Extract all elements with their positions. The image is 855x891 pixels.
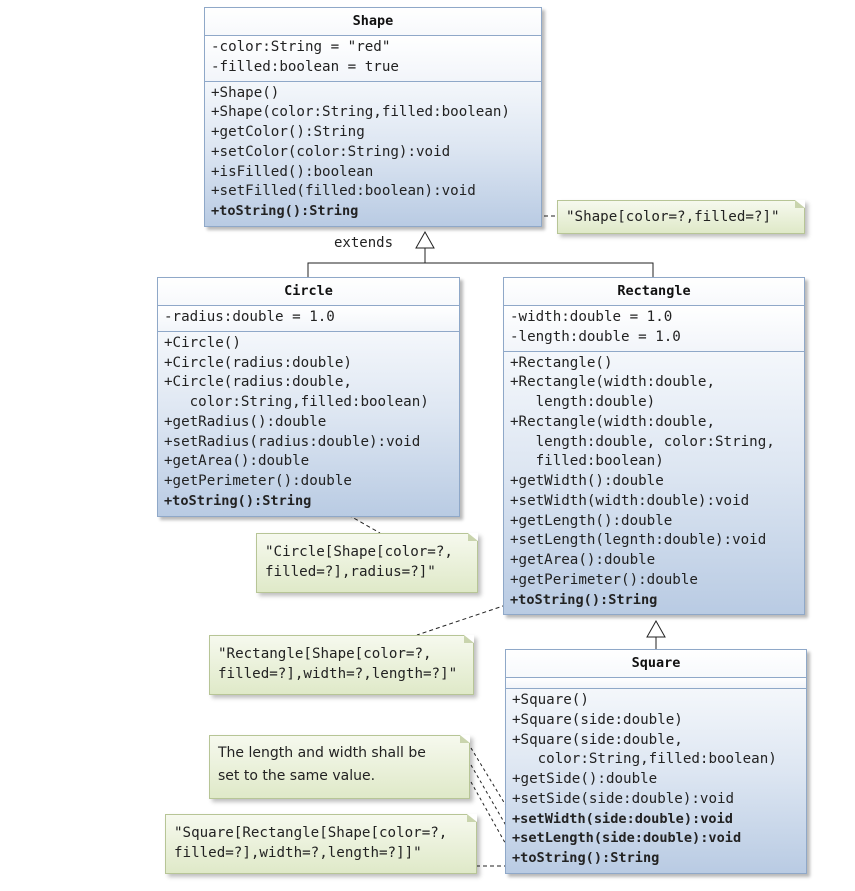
operation-row: +Shape() <box>211 84 280 101</box>
extends-label: extends <box>334 235 394 251</box>
operation-row: +Rectangle() <box>510 354 613 371</box>
class-rectangle[interactable]: Rectangle -width:double = 1.0 -length:dou… <box>503 277 805 616</box>
operation-row: +Rectangle(width:double, <box>510 374 715 391</box>
class-shape[interactable]: Shape -color:String = "red" -filled:boole… <box>204 7 542 227</box>
operation-row: +setColor(color:String):void <box>211 143 451 160</box>
attributes-compartment <box>506 678 806 689</box>
operations-compartment: +Shape() +Shape(color:String,filled:boole… <box>205 81 541 226</box>
class-name: Circle <box>158 278 459 306</box>
attributes-compartment: -radius:double = 1.0 <box>158 306 459 332</box>
attributes-compartment: -width:double = 1.0 -length:double = 1.0 <box>504 306 804 352</box>
operation-row: +getArea():double <box>164 453 310 470</box>
note-square-setters: The length and width shall be set to the… <box>209 735 470 799</box>
attribute-row: -radius:double = 1.0 <box>164 309 335 325</box>
operation-row: +getWidth():double <box>510 473 664 489</box>
operations-compartment: +Square() +Square(side:double) +Square(sid… <box>506 689 806 873</box>
operation-row: color:String,filled:boolean) <box>164 394 429 410</box>
operations-compartment: +Rectangle() +Rectangle(width:double, len… <box>504 351 804 615</box>
operation-row: +setLength(side:double):void <box>512 830 742 847</box>
operation-row: +setRadius(radius:double):void <box>164 433 421 450</box>
operation-row: +getRadius():double <box>164 413 327 430</box>
operations-compartment: +Circle() +Circle(radius:double) +Circle(r… <box>158 331 459 516</box>
generalization-line-circle <box>307 262 425 278</box>
operation-row: +toString():String <box>512 850 660 866</box>
note-link-rectangle <box>416 604 507 636</box>
generalization-arrowhead-rectangle <box>646 619 666 638</box>
operation-row: +Circle() <box>164 334 241 351</box>
operation-row: +setWidth(width:double):void <box>510 492 750 509</box>
operation-row: +getPerimeter():double <box>510 571 698 588</box>
operation-row: length:double) <box>510 394 656 410</box>
operation-row: +getArea():double <box>510 552 656 568</box>
attribute-row: -width:double = 1.0 <box>510 309 673 325</box>
operation-row: length:double, color:String, <box>510 433 775 450</box>
attribute-row: -filled:boolean = true <box>211 58 399 75</box>
attribute-row: -color:String = "red" <box>211 39 391 55</box>
note-rectangle-tostring: "Rectangle[Shape[color=?, filled=?],widt… <box>209 635 474 695</box>
operation-row: +getLength():double <box>510 512 673 529</box>
uml-class-diagram: extends Shape -color:String = "red" -fill… <box>0 0 855 891</box>
operation-row: +Circle(radius:double, <box>164 374 352 391</box>
attributes-compartment: -color:String = "red" -filled:boolean = t… <box>205 36 541 82</box>
operation-row: +getSide():double <box>512 771 658 787</box>
operation-row: +Rectangle(width:double, <box>510 413 715 430</box>
class-square[interactable]: Square +Square() +Square(side:double) +Squ… <box>505 649 807 874</box>
note-link-setwidth <box>470 747 509 810</box>
operation-row: filled:boolean) <box>510 453 664 470</box>
operation-row: +toString():String <box>211 203 359 219</box>
operation-row: +getColor():String <box>211 124 365 140</box>
operation-row: color:String,filled:boolean) <box>512 751 777 768</box>
class-name: Shape <box>205 8 541 36</box>
operation-row: +setFilled(filled:boolean):void <box>211 183 476 200</box>
operation-row: +Circle(radius:double) <box>164 354 352 371</box>
operation-row: +setLength(legnth:double):void <box>510 532 767 549</box>
attribute-row: -length:double = 1.0 <box>510 328 681 345</box>
note-shape-tostring: "Shape[color=?,filled=?]" <box>557 200 805 234</box>
operation-row: +Shape(color:String,filled:boolean) <box>211 104 510 121</box>
note-circle-tostring: "Circle[Shape[color=?, filled=?],radius=… <box>256 533 478 593</box>
operation-row: +setSide(side:double):void <box>512 790 735 807</box>
operation-row: +Square() <box>512 692 589 708</box>
operation-row: +Square(side:double) <box>512 711 683 728</box>
generalization-line-rectangle <box>425 262 654 278</box>
class-name: Rectangle <box>504 278 804 306</box>
operation-row: +Square(side:double, <box>512 731 683 748</box>
operation-row: +setWidth(side:double):void <box>512 810 733 827</box>
class-circle[interactable]: Circle -radius:double = 1.0 +Circle() +Ci… <box>157 277 460 517</box>
operation-row: +toString():String <box>510 591 658 608</box>
operation-row: +isFilled():boolean <box>211 163 374 180</box>
operation-row: +getPerimeter():double <box>164 473 352 489</box>
class-name: Square <box>506 650 806 678</box>
generalization-arrowhead-shape <box>415 230 435 249</box>
operation-row: +toString():String <box>164 492 312 509</box>
note-square-tostring: "Square[Rectangle[Shape[color=?, filled=… <box>165 814 477 874</box>
